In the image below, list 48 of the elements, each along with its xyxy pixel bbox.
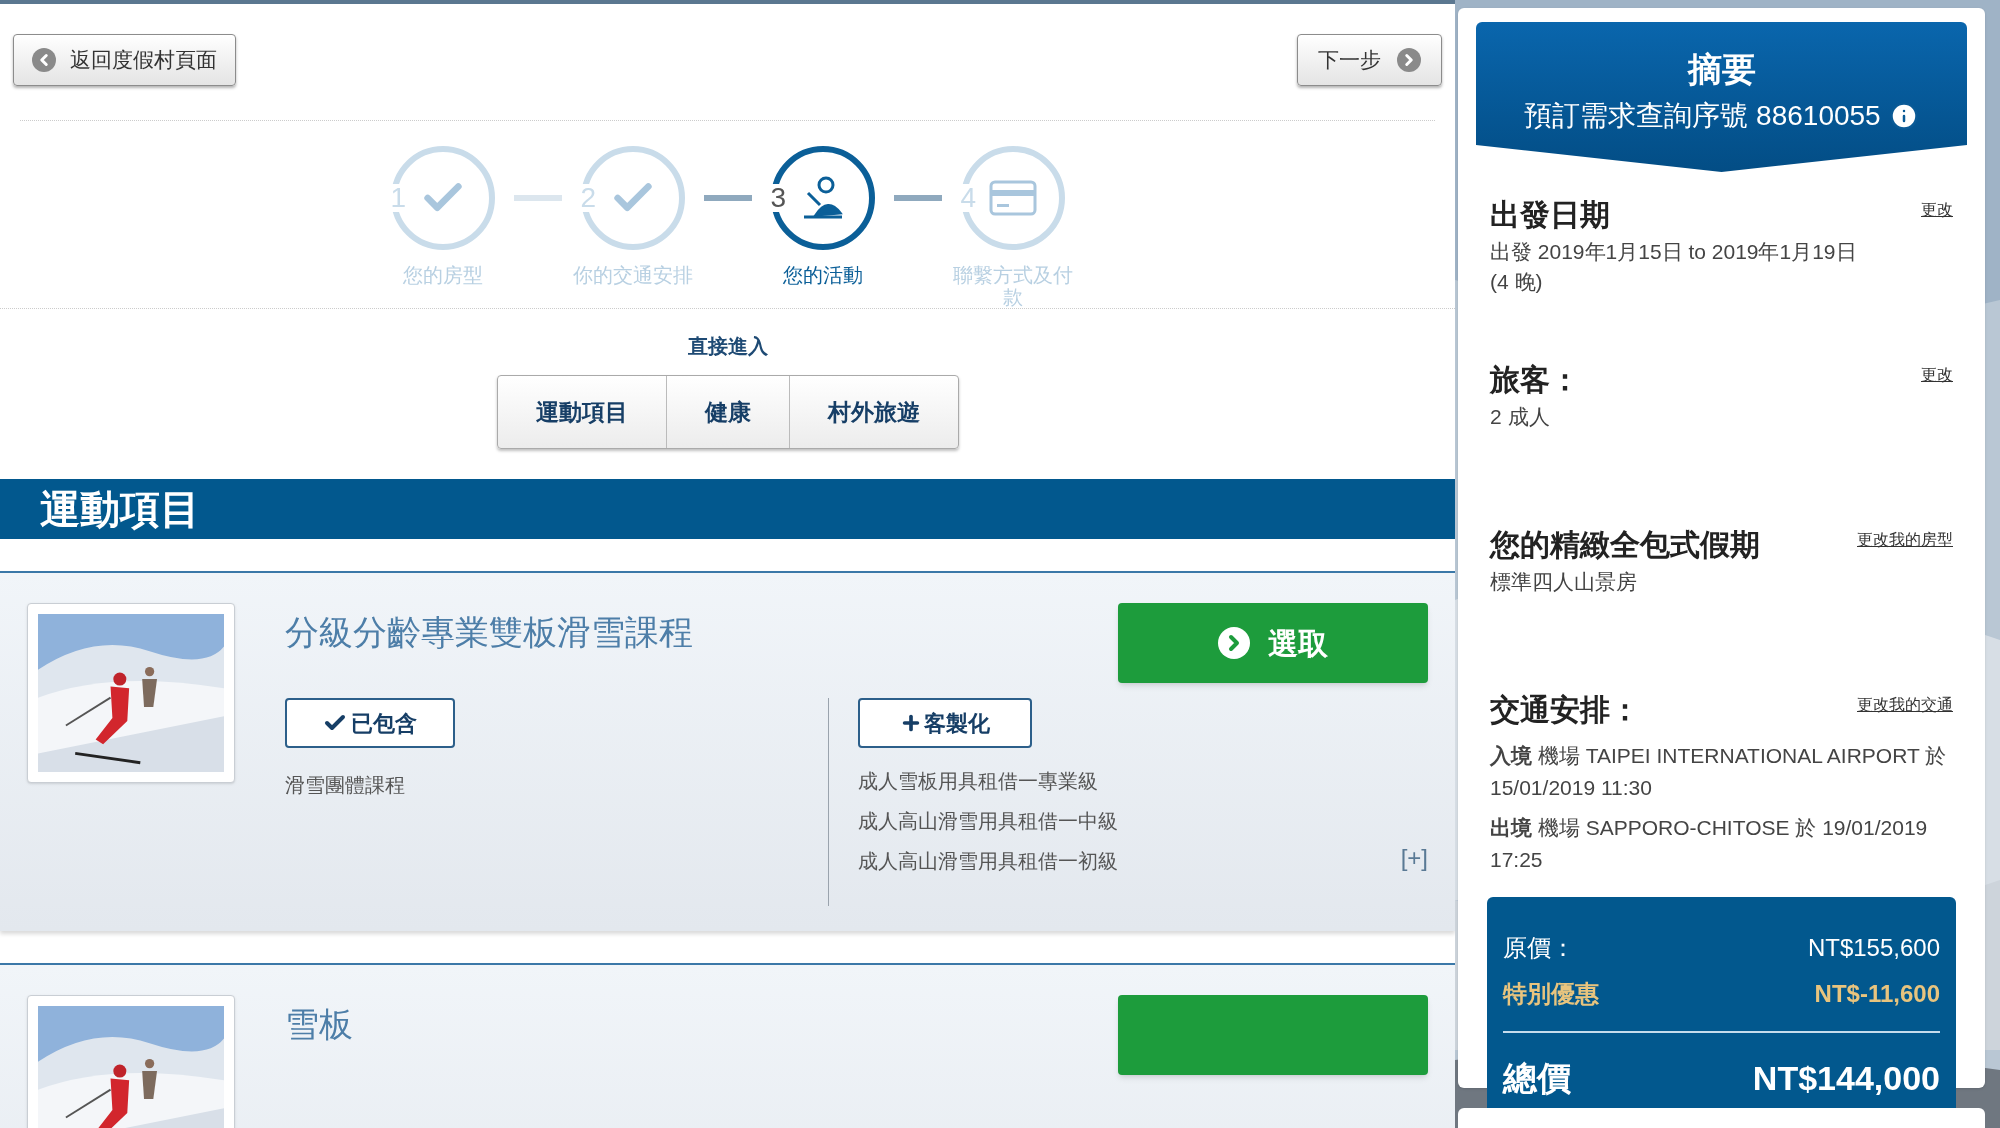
change-link[interactable]: 更改我的交通 (1857, 693, 1953, 717)
card-icon (987, 179, 1038, 217)
custom-item: 成人高山滑雪用具租借一中級 (858, 809, 1118, 834)
jump-button[interactable]: 健康 (665, 376, 789, 448)
step-number: 3 (770, 184, 787, 212)
back-button[interactable]: 返回度假村頁面 (13, 34, 236, 86)
step-label: 聯繫方式及付款 (952, 264, 1073, 308)
plus-icon (900, 712, 922, 734)
summary-text: 入境 機場 TAIPEI INTERNATIONAL AIRPORT 於 15/01/2019 11:30 (1490, 743, 1948, 801)
summary-heading: 旅客： (1490, 361, 1580, 399)
jump-button[interactable]: 運動項目 (497, 376, 666, 448)
step-label: 您的活動 (781, 264, 864, 286)
summary-heading: 交通安排： (1490, 691, 1640, 729)
activity-title: 雪板 (285, 1004, 353, 1045)
price-value: NT$155,600 (1807, 933, 1940, 963)
jump-button[interactable]: 村外旅遊 (788, 376, 958, 448)
customize-button[interactable]: 客製化 (858, 698, 1032, 748)
activity-title: 分級分齡專業雙板滑雪課程 (285, 612, 693, 653)
price-value: NT$-11,600 (1814, 979, 1940, 1009)
section-title: 運動項目 (40, 486, 200, 533)
price-label: 原價： (1503, 933, 1575, 963)
summary-title: 摘要 (1687, 49, 1756, 90)
total-value: NT$144,000 (1752, 1058, 1940, 1099)
price-label: 特別優惠 (1503, 979, 1599, 1009)
change-link[interactable]: 更改 (1921, 363, 1953, 387)
chevron-right-icon (1397, 48, 1421, 72)
summary-text: 標準四人山景房 (1490, 569, 1638, 595)
jump-title: 直接進入 (687, 334, 768, 359)
change-link[interactable]: 更改 (1921, 198, 1953, 222)
summary-heading: 您的精緻全包式假期 (1490, 526, 1760, 564)
summary-text: 出境 機場 SAPPORO-CHITOSE 於 19/01/2019 17:25 (1490, 815, 1929, 873)
next-button[interactable]: 下一步 (1297, 34, 1442, 86)
step-label: 您的房型 (401, 264, 484, 286)
summary-text: 出發 2019年1月15日 to 2019年1月19日 (1490, 239, 1858, 265)
custom-item: 成人高山滑雪用具租借一初級 (858, 849, 1118, 874)
summary-text: 2 成人 (1490, 404, 1551, 430)
select-button[interactable]: 選取 (1118, 603, 1428, 683)
summary-text: (4 晚) (1490, 269, 1544, 295)
chevron-left-icon (32, 48, 56, 72)
custom-item: 成人雪板用具租借一專業級 (858, 769, 1099, 794)
change-link[interactable]: 更改我的房型 (1857, 528, 1953, 552)
booking-reference: 預訂需求查詢序號 88610055 (1524, 99, 1881, 133)
included-button[interactable]: 已包含 (285, 698, 455, 748)
expand-link[interactable]: [+] (1400, 840, 1428, 876)
total-label: 總價 (1503, 1058, 1571, 1099)
step-label: 你的交通安排 (572, 264, 693, 286)
summary-heading: 出發日期 (1490, 196, 1610, 234)
included-item: 滑雪團體課程 (285, 773, 406, 798)
